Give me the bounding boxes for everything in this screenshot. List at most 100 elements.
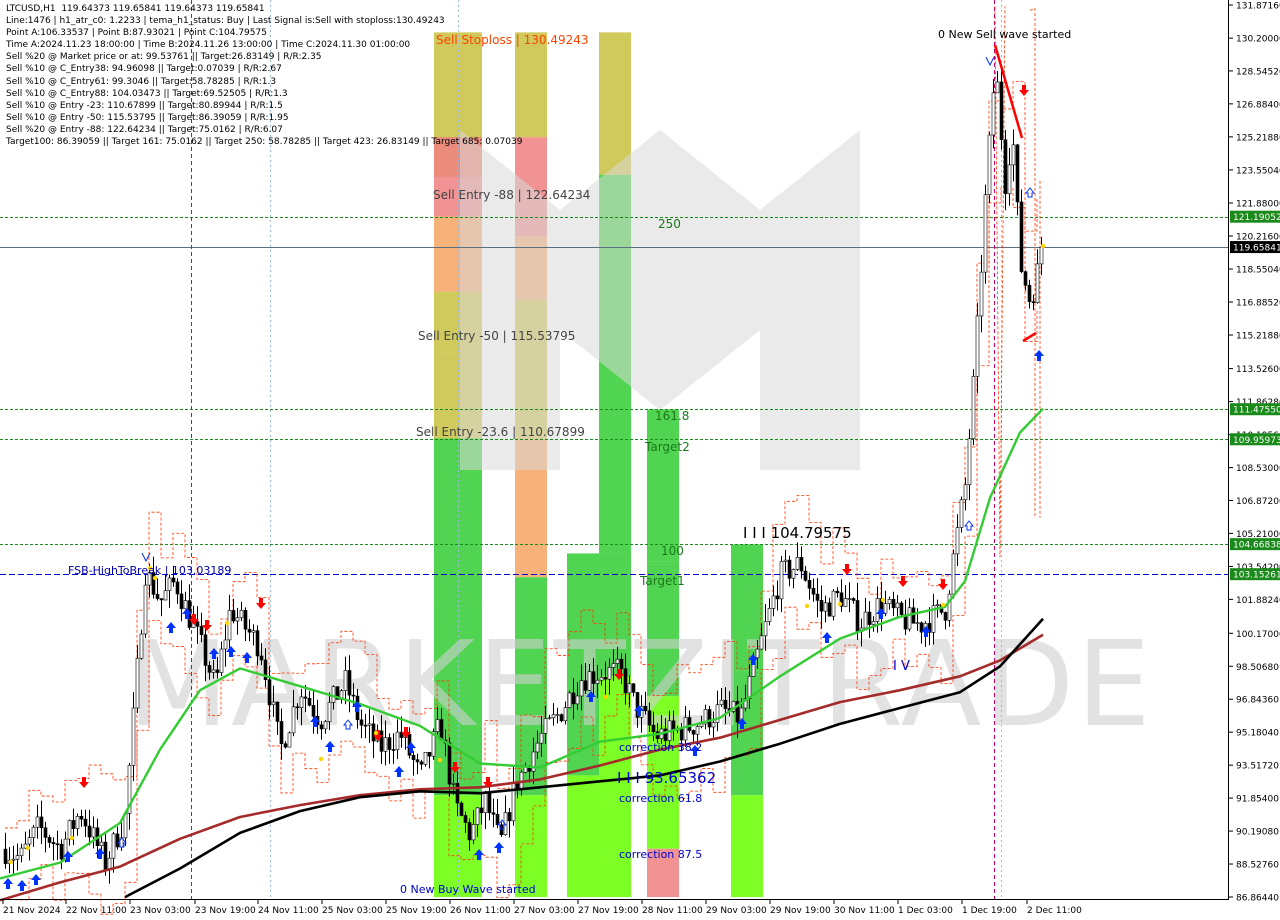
candle-body — [811, 588, 816, 595]
candle-body — [115, 833, 120, 848]
y-tick-label: 90.19080 — [1236, 828, 1279, 838]
candle-body — [587, 671, 592, 691]
candle-body — [323, 721, 328, 730]
candle-body — [19, 847, 24, 856]
candle-body — [895, 602, 900, 609]
candle-body — [463, 815, 468, 823]
candle-body — [139, 633, 144, 659]
point-b-label: I I I 93.65362 — [617, 769, 716, 787]
candle-body — [347, 670, 352, 696]
candle-body — [967, 438, 972, 486]
candle-body — [1003, 139, 1008, 195]
candle-body — [287, 732, 292, 748]
candle-body — [883, 603, 888, 614]
candle-body — [255, 630, 260, 657]
signal-dot — [25, 845, 31, 851]
candle-body — [43, 827, 48, 838]
zone-band — [647, 409, 679, 562]
candle-body — [1039, 246, 1044, 265]
signal-dot — [880, 597, 886, 603]
candle-body — [575, 695, 580, 705]
candle-body — [983, 194, 988, 273]
candle-body — [935, 604, 940, 607]
candle-body — [415, 759, 420, 763]
candle-body — [235, 617, 240, 622]
x-tick-label: 23 Nov 03:00 — [130, 906, 191, 916]
candle-body — [395, 731, 400, 750]
candle-body — [663, 728, 668, 741]
candle-body — [59, 843, 64, 860]
candle-body — [679, 728, 684, 741]
price-box-label: 104.66838 — [1233, 541, 1280, 551]
candle-body — [911, 607, 916, 624]
candle-body — [831, 590, 836, 617]
candle-body — [791, 569, 796, 579]
candle-body — [303, 696, 308, 699]
sell-entry-88-label: Sell Entry -88 | 122.64234 — [433, 188, 590, 202]
candle-body — [231, 610, 236, 622]
x-tick-label: 28 Nov 11:00 — [642, 906, 703, 916]
candle-body — [971, 376, 976, 439]
candle-body — [471, 824, 476, 841]
candle-body — [951, 553, 956, 595]
candle-body — [227, 610, 232, 641]
candle-body — [871, 621, 876, 625]
candle-body — [855, 600, 860, 632]
sell-entry-50-label: Sell Entry -50 | 115.53795 — [418, 329, 575, 343]
candle-body — [775, 595, 780, 600]
x-tick-label: 25 Nov 19:00 — [386, 906, 447, 916]
candle-body — [219, 648, 224, 673]
signal-dot — [940, 602, 946, 608]
candle-body — [411, 754, 416, 760]
candle-body — [27, 837, 32, 845]
candle-body — [75, 816, 80, 829]
x-tick-label: 27 Nov 03:00 — [514, 906, 575, 916]
candle-body — [419, 761, 424, 765]
point-c-label: I I I 104.79575 — [743, 524, 852, 542]
target2-label: Target2 — [644, 440, 690, 454]
candle-body — [627, 683, 632, 694]
candle-body — [843, 598, 848, 607]
candle-body — [819, 600, 824, 612]
x-tick-label: 26 Nov 11:00 — [450, 906, 511, 916]
candle-body — [887, 599, 892, 604]
candle-body — [959, 499, 964, 528]
candle-body — [319, 724, 324, 730]
candle-body — [851, 598, 856, 601]
signal-dot — [373, 730, 379, 736]
candle-body — [83, 818, 88, 827]
new-sell-wave-label: 0 New Sell wave started — [938, 28, 1071, 41]
candle-body — [243, 610, 248, 630]
candle-body — [91, 827, 96, 838]
candle-body — [943, 612, 948, 621]
candle-body — [991, 92, 996, 136]
candle-body — [555, 714, 560, 716]
x-tick-label: 22 Nov 11:00 — [66, 906, 127, 916]
price-chart[interactable]: MARKETZITRADE Sell Stoploss | 130.49243 … — [0, 0, 1280, 920]
candle-body — [447, 742, 452, 785]
candle-body — [723, 699, 728, 709]
candle-body — [279, 721, 284, 745]
candle-body — [155, 594, 160, 599]
candle-body — [603, 677, 608, 680]
new-buy-wave-label: 0 New Buy Wave started — [400, 883, 536, 896]
zone-band — [731, 795, 763, 898]
candle-body — [915, 622, 920, 625]
sell-entry-23-label: Sell Entry -23.6 | 110.67899 — [416, 425, 585, 439]
candle-body — [631, 683, 636, 693]
candle-body — [643, 705, 648, 712]
candle-body — [359, 719, 364, 726]
candle-body — [39, 816, 44, 829]
candle-body — [711, 722, 716, 728]
candle-body — [175, 581, 180, 595]
candle-body — [99, 841, 104, 846]
candle-body — [35, 816, 40, 828]
candle-body — [131, 707, 136, 766]
candle-body — [619, 658, 624, 670]
candle-body — [755, 648, 760, 659]
y-tick-label: 108.53000 — [1236, 464, 1280, 474]
candle-body — [275, 701, 280, 722]
signal-dot — [69, 835, 75, 841]
candle-body — [283, 743, 288, 748]
candle-body — [835, 590, 840, 594]
